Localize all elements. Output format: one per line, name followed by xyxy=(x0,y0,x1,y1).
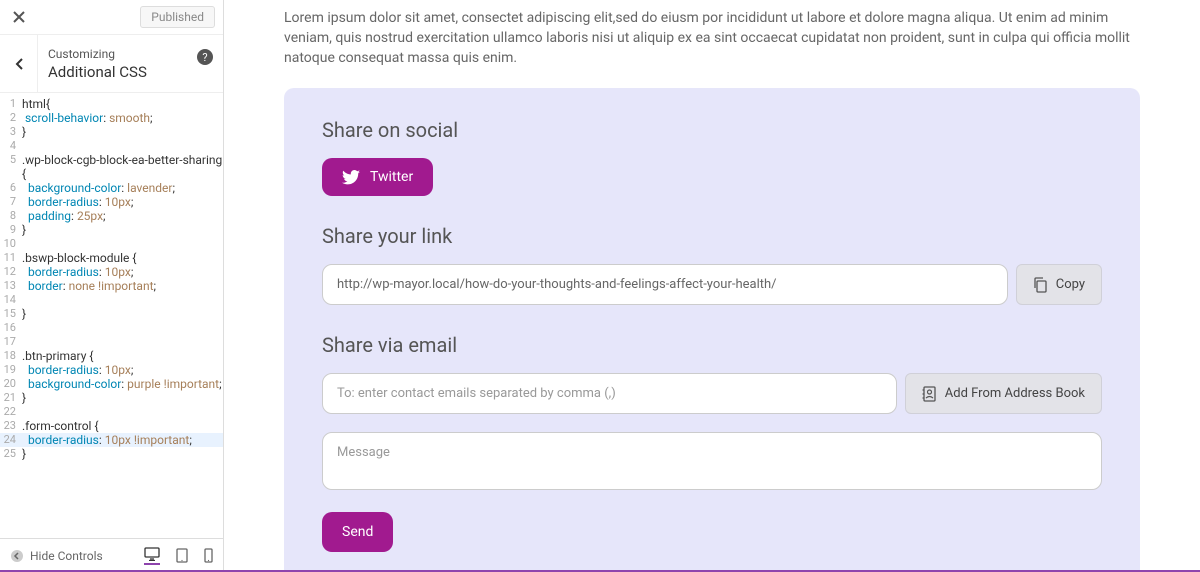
email-section: Share via email Add From Address Book Se… xyxy=(322,333,1102,552)
copy-label: Copy xyxy=(1056,277,1085,292)
social-heading: Share on social xyxy=(322,118,1102,142)
desktop-icon xyxy=(144,547,160,561)
copy-icon xyxy=(1033,277,1048,293)
code-line[interactable]: 20 background-color: purple !important; xyxy=(0,377,223,391)
device-desktop[interactable] xyxy=(144,547,160,565)
code-line[interactable]: 7 border-radius: 10px; xyxy=(0,195,223,209)
css-editor[interactable]: 1html{2 scroll-behavior: smooth;3}45.wp-… xyxy=(0,93,223,538)
section-title: Additional CSS xyxy=(48,63,213,81)
code-line[interactable]: 8 padding: 25px; xyxy=(0,209,223,223)
sharing-card: Share on social Twitter Share your link … xyxy=(284,88,1140,572)
device-tablet[interactable] xyxy=(176,548,188,563)
chevron-left-circle-icon xyxy=(10,549,24,563)
hide-controls-button[interactable]: Hide Controls xyxy=(10,549,103,563)
twitter-button[interactable]: Twitter xyxy=(322,158,433,196)
sidebar-footer: Hide Controls xyxy=(0,538,223,572)
sidebar-header: Customizing Additional CSS ? xyxy=(0,35,223,93)
link-input[interactable] xyxy=(322,264,1008,305)
code-line[interactable]: 25} xyxy=(0,447,223,461)
device-mobile[interactable] xyxy=(204,548,213,563)
hide-controls-label: Hide Controls xyxy=(30,549,103,563)
email-heading: Share via email xyxy=(322,333,1102,357)
mobile-icon xyxy=(204,548,213,563)
code-line[interactable]: 2 scroll-behavior: smooth; xyxy=(0,111,223,125)
twitter-icon xyxy=(342,170,360,185)
lorem-text: Lorem ipsum dolor sit amet, consectet ad… xyxy=(224,0,1200,88)
device-switcher xyxy=(144,547,213,565)
address-book-icon xyxy=(922,386,937,402)
chevron-left-icon xyxy=(14,57,24,71)
code-line[interactable]: 10 xyxy=(0,237,223,251)
sidebar-top-bar: Published xyxy=(0,0,223,35)
copy-button[interactable]: Copy xyxy=(1016,264,1102,305)
addbook-button[interactable]: Add From Address Book xyxy=(905,373,1102,414)
to-input[interactable] xyxy=(322,373,897,414)
code-line[interactable]: 5.wp-block-cgb-block-ea-better-sharing { xyxy=(0,153,223,181)
code-line[interactable]: 9} xyxy=(0,223,223,237)
link-section: Share your link Copy xyxy=(322,224,1102,305)
code-line[interactable]: 14 xyxy=(0,293,223,307)
customizer-sidebar: Published Customizing Additional CSS ? 1… xyxy=(0,0,224,572)
message-input[interactable] xyxy=(322,432,1102,490)
send-button[interactable]: Send xyxy=(322,512,393,552)
published-button[interactable]: Published xyxy=(140,6,215,28)
customizing-label: Customizing xyxy=(48,47,213,61)
code-line[interactable]: 6 background-color: lavender; xyxy=(0,181,223,195)
twitter-label: Twitter xyxy=(370,169,413,185)
close-icon xyxy=(13,11,25,23)
code-line[interactable]: 23.form-control { xyxy=(0,419,223,433)
code-line[interactable]: 12 border-radius: 10px; xyxy=(0,265,223,279)
help-button[interactable]: ? xyxy=(197,49,213,65)
code-line[interactable]: 1html{ xyxy=(0,97,223,111)
code-line[interactable]: 11.bswp-block-module { xyxy=(0,251,223,265)
close-button[interactable] xyxy=(8,6,30,28)
tablet-icon xyxy=(176,548,188,563)
code-line[interactable]: 21} xyxy=(0,391,223,405)
preview-pane: Lorem ipsum dolor sit amet, consectet ad… xyxy=(224,0,1200,572)
back-button[interactable] xyxy=(0,35,38,93)
code-line[interactable]: 24 border-radius: 10px !important; xyxy=(0,433,223,447)
social-section: Share on social Twitter xyxy=(322,118,1102,196)
code-line[interactable]: 13 border: none !important; xyxy=(0,279,223,293)
code-line[interactable]: 4 xyxy=(0,139,223,153)
addbook-label: Add From Address Book xyxy=(945,386,1085,401)
code-line[interactable]: 18.btn-primary { xyxy=(0,349,223,363)
code-line[interactable]: 17 xyxy=(0,335,223,349)
code-line[interactable]: 22 xyxy=(0,405,223,419)
code-line[interactable]: 3} xyxy=(0,125,223,139)
code-line[interactable]: 19 border-radius: 10px; xyxy=(0,363,223,377)
code-line[interactable]: 16 xyxy=(0,321,223,335)
link-heading: Share your link xyxy=(322,224,1102,248)
code-line[interactable]: 15} xyxy=(0,307,223,321)
